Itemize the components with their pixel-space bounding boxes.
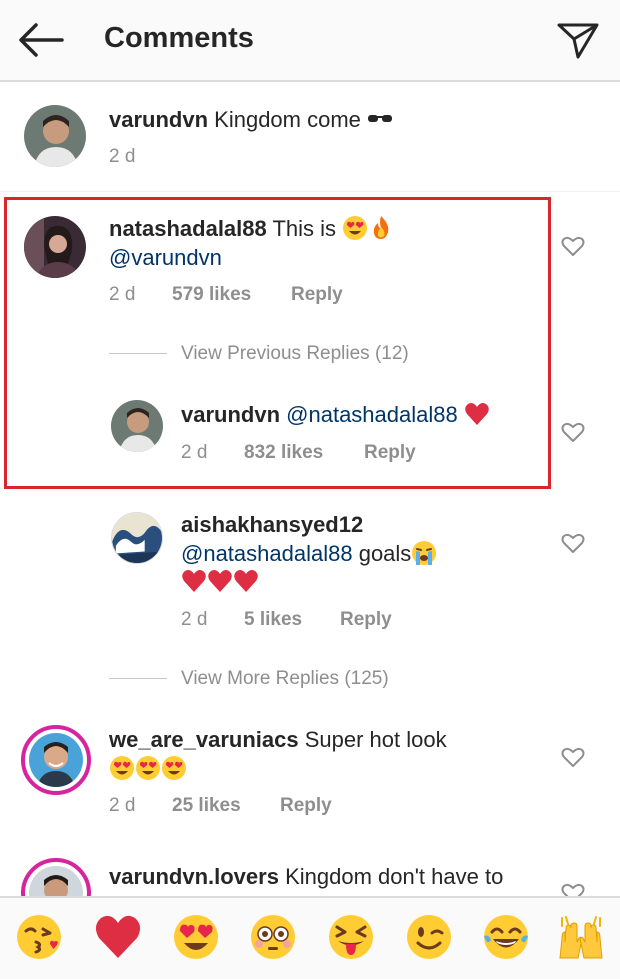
reply-button[interactable]: Reply: [364, 442, 416, 464]
like-heart-icon[interactable]: [561, 235, 585, 257]
avatar[interactable]: [111, 512, 163, 564]
avatar[interactable]: [29, 733, 83, 787]
reply-button[interactable]: Reply: [291, 284, 343, 306]
wink-emoji-icon[interactable]: [404, 912, 454, 962]
loudly-crying-emoji-icon: [411, 540, 437, 566]
comment-text: varundvn.lovers Kingdom don't have to: [109, 864, 504, 889]
like-heart-icon[interactable]: [561, 421, 585, 443]
likes-count[interactable]: 25 likes: [172, 795, 241, 817]
username[interactable]: varundvn: [109, 107, 208, 132]
kissing-heart-emoji-icon[interactable]: [14, 912, 64, 962]
reply-button[interactable]: Reply: [280, 795, 332, 817]
heart-eyes-emoji-icon[interactable]: [171, 912, 221, 962]
heart-eyes-emoji-icon: [109, 755, 135, 781]
comment-time: 2 d: [109, 284, 136, 305]
comment-text: varundvn @natashadalal88: [181, 400, 490, 430]
comment-time: 2 d: [109, 146, 136, 167]
red-heart-emoji-icon[interactable]: [93, 912, 143, 962]
direct-send-icon[interactable]: [556, 19, 600, 61]
heart-eyes-emoji-icon: [161, 755, 187, 781]
comment-text: natashadalal88 This is: [109, 214, 394, 244]
mention-link[interactable]: @varundvn: [109, 243, 222, 273]
emoji-text: [109, 754, 187, 784]
tears-of-joy-emoji-icon[interactable]: [481, 912, 531, 962]
hearts-text: [181, 567, 259, 597]
view-previous-replies[interactable]: View Previous Replies (12): [181, 343, 409, 365]
like-heart-icon[interactable]: [561, 532, 585, 554]
reply-button[interactable]: Reply: [340, 609, 392, 631]
mention-link[interactable]: @natashadalal88: [286, 402, 458, 427]
back-arrow-icon[interactable]: [18, 22, 64, 58]
heart-eyes-emoji-icon: [342, 215, 368, 241]
raised-hands-emoji-icon[interactable]: [556, 912, 606, 962]
story-ring[interactable]: [21, 725, 91, 795]
fire-emoji-icon: [368, 215, 394, 241]
replies-divider-line: [109, 353, 167, 354]
like-heart-icon[interactable]: [561, 746, 585, 768]
username[interactable]: varundvn.lovers: [109, 864, 279, 889]
sunglasses-icon: [367, 106, 393, 132]
comment-text: @natashadalal88 goals: [181, 539, 437, 569]
flushed-emoji-icon[interactable]: [248, 912, 298, 962]
comment-time: 2 d: [181, 442, 208, 463]
comment-text: varundvn Kingdom come: [109, 105, 393, 135]
comment-time: 2 d: [181, 609, 208, 630]
red-heart-emoji-icon: [181, 568, 207, 594]
view-more-replies[interactable]: View More Replies (125): [181, 668, 389, 690]
tongue-squint-emoji-icon[interactable]: [326, 912, 376, 962]
username[interactable]: varundvn: [181, 402, 280, 427]
mention-link[interactable]: @natashadalal88: [181, 541, 353, 566]
comment-text: we_are_varuniacs Super hot look: [109, 727, 447, 752]
divider: [0, 191, 620, 192]
header: Comments: [0, 0, 620, 82]
username[interactable]: natashadalal88: [109, 216, 267, 241]
comment-time: 2 d: [109, 795, 136, 816]
avatar[interactable]: [24, 216, 86, 278]
heart-eyes-emoji-icon: [135, 755, 161, 781]
avatar[interactable]: [24, 105, 86, 167]
red-heart-emoji-icon: [233, 568, 259, 594]
likes-count[interactable]: 5 likes: [244, 609, 302, 631]
username[interactable]: we_are_varuniacs: [109, 727, 299, 752]
replies-divider-line: [109, 678, 167, 679]
likes-count[interactable]: 832 likes: [244, 442, 323, 464]
red-heart-emoji-icon: [464, 401, 490, 427]
emoji-quick-bar: [0, 896, 620, 979]
red-heart-emoji-icon: [207, 568, 233, 594]
page-title: Comments: [104, 22, 254, 54]
avatar[interactable]: [111, 400, 163, 452]
likes-count[interactable]: 579 likes: [172, 284, 251, 306]
username[interactable]: aishakhansyed12: [181, 510, 363, 540]
